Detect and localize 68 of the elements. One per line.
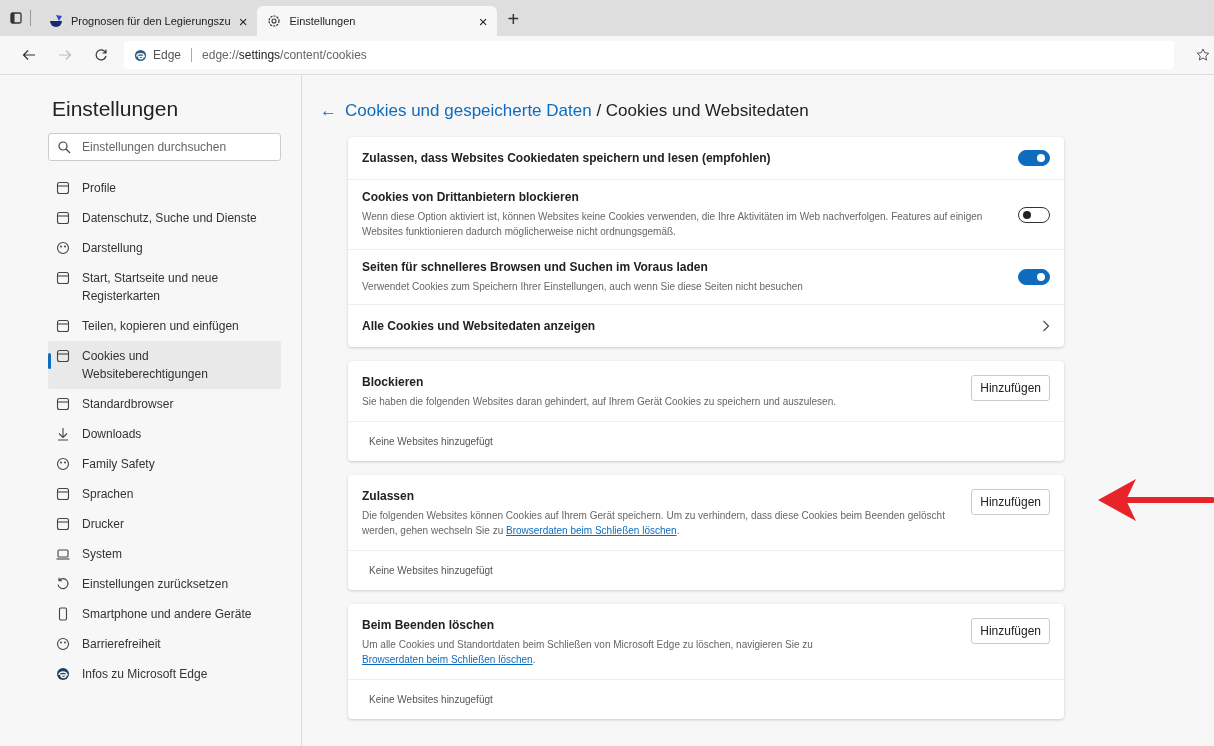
sidebar-item[interactable]: Darstellung <box>48 233 281 263</box>
setting-title: Cookies von Drittanbietern blockieren <box>362 190 580 204</box>
empty-message: Keine Websites hinzugefügt <box>368 564 494 578</box>
section-title: Beim Beenden löschen <box>362 618 496 632</box>
close-tab-button[interactable]: × <box>238 12 248 30</box>
edge-logo-icon <box>56 667 70 681</box>
sidebar-item[interactable]: Family Safety <box>48 449 281 479</box>
section-description: Sie haben die folgenden Websites daran gehindert, auf Ihrem Gerät Cookies zu speichern und auszulesen. <box>362 395 837 409</box>
sidebar-item[interactable]: Barrierefreiheit <box>48 629 281 659</box>
close-tab-button[interactable]: × <box>478 12 488 30</box>
browser-tab[interactable]: Prognosen für den Legierungszu × <box>39 6 258 36</box>
search-field[interactable]: Einstellungen durchsuchen <box>48 133 281 161</box>
tab-actions-icon[interactable] <box>10 12 22 24</box>
sidebar-item[interactable]: Downloads <box>48 419 281 449</box>
browser-tab[interactable]: Einstellungen × <box>257 6 498 36</box>
new-tab-button[interactable]: + <box>507 8 520 31</box>
sidebar-item[interactable]: Sprachen <box>48 479 281 509</box>
toggle-switch[interactable] <box>1018 206 1050 223</box>
section-title: Blockieren <box>362 375 425 389</box>
back-icon[interactable] <box>22 49 36 61</box>
breadcrumb-link[interactable]: Cookies und gespeicherte Daten <box>345 101 592 121</box>
sidebar-item[interactable]: Einstellungen zurücksetzen <box>48 569 281 599</box>
laptop-icon <box>56 547 70 561</box>
empty-message: Keine Websites hinzugefügt <box>368 435 494 449</box>
address-bar[interactable]: Edge edge://settings/content/cookies <box>124 41 1174 69</box>
section-description: Um alle Cookies und Standortdaten beim Schließen von Microsoft Edge zu löschen, navigieren Sie zu Browserdaten beim Schließen löschen. <box>362 638 814 667</box>
sidebar-item[interactable]: Profile <box>48 173 281 203</box>
setting-title: Seiten für schnelleres Browsen und Suchen im Voraus laden <box>362 260 709 274</box>
sidebar-item[interactable]: Standardbrowser <box>48 389 281 419</box>
add-favorite-icon[interactable] <box>1196 48 1210 62</box>
tab-title: Prognosen für den Legierungszu <box>71 15 231 27</box>
sidebar-item[interactable]: Start, Startseite und neue Registerkarten <box>48 263 281 311</box>
add-button[interactable]: Hinzufügen <box>971 618 1050 644</box>
back-arrow-link[interactable]: ← <box>320 101 337 121</box>
sidebar-item[interactable]: Drucker <box>48 509 281 539</box>
setting-title: Zulassen, dass Websites Cookiedaten speichern und lesen (empfohlen) <box>362 151 772 165</box>
site-favicon-icon <box>49 14 63 28</box>
empty-message: Keine Websites hinzugefügt <box>368 693 494 707</box>
sidebar-item[interactable]: Smartphone und andere Geräte <box>48 599 281 629</box>
add-button[interactable]: Hinzufügen <box>971 489 1050 515</box>
setting-description: Verwendet Cookies zum Speichern Ihrer Einstellungen, auch wenn Sie diese Seiten nicht besuchen <box>362 280 804 294</box>
setting-title: Alle Cookies und Websitedaten anzeigen <box>362 319 597 333</box>
sidebar-title: Einstellungen <box>52 97 180 121</box>
tab-title: Einstellungen <box>289 15 357 27</box>
sidebar-item[interactable]: System <box>48 539 281 569</box>
toggle-switch[interactable] <box>1018 150 1050 166</box>
toggle-switch[interactable] <box>1018 269 1050 285</box>
search-icon <box>58 141 71 154</box>
section-description: Die folgenden Websites können Cookies auf Ihrem Gerät speichern. Um zu verhindern, dass diese Cookies beim Beenden gelöscht werden, gehen wechseln Sie zu Browserdaten beim Schließen löschen. <box>362 509 946 538</box>
add-button[interactable]: Hinzufügen <box>971 375 1050 401</box>
refresh-icon[interactable] <box>94 48 108 62</box>
setting-description: Wenn diese Option aktiviert ist, können Websites keine Cookies verwenden, die Ihre Aktivitäten im Web nachverfolgen. Features auf einigen Websites funktionieren dadurch möglicherweise nicht ordnungsgemäß. <box>362 210 984 239</box>
gear-icon <box>267 14 282 28</box>
download-icon <box>56 427 70 441</box>
phone-icon <box>56 607 70 621</box>
section-title: Zulassen <box>362 489 416 503</box>
reset-icon <box>56 577 70 591</box>
sidebar-item[interactable]: Teilen, kopieren und einfügen <box>48 311 281 341</box>
sidebar-item[interactable]: Cookies und Websiteberechtigungen <box>48 341 281 389</box>
settings-link[interactable]: Browserdaten beim Schließen löschen <box>362 654 533 665</box>
chevron-right-icon[interactable] <box>1042 320 1050 332</box>
sidebar-item[interactable]: Datenschutz, Suche und Dienste <box>48 203 281 233</box>
url-text: edge://settings/content/cookies <box>202 48 367 62</box>
settings-link[interactable]: Browserdaten beim Schließen löschen <box>506 525 677 536</box>
page-title: / Cookies und Websitedaten <box>595 101 809 121</box>
edge-logo-icon <box>134 48 147 62</box>
site-label: Edge <box>153 48 182 62</box>
sidebar-item[interactable]: Infos zu Microsoft Edge <box>48 659 281 689</box>
